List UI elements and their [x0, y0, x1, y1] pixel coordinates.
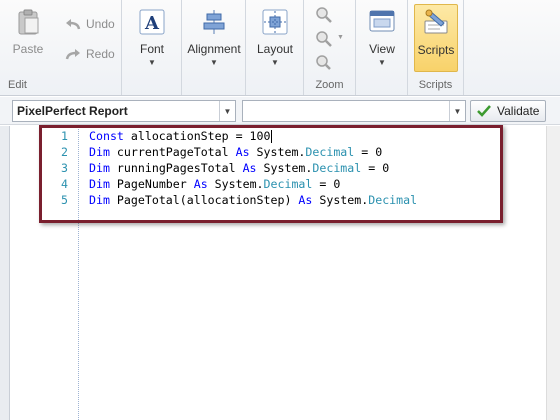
code-token: = 0: [312, 177, 341, 191]
code-token: allocationStep = 100: [123, 129, 271, 143]
paste-button[interactable]: Paste: [2, 4, 54, 68]
code-token: Dim: [89, 145, 110, 159]
layout-label: Layout: [256, 42, 294, 56]
text-caret: [270, 130, 272, 143]
zoom-dropdown-icon[interactable]: ▼: [337, 34, 344, 41]
line-number: 4: [61, 177, 68, 191]
undo-label: Undo: [86, 17, 115, 31]
line-number: 3: [61, 161, 68, 175]
validate-label: Validate: [497, 104, 540, 118]
zoom-group-label: Zoom: [315, 79, 344, 91]
code-token: System.: [207, 177, 264, 191]
code-token: = 0: [354, 145, 383, 159]
code-token: System.: [256, 161, 313, 175]
zoom-out-icon[interactable]: [314, 6, 334, 24]
code-token: Decimal: [263, 177, 313, 191]
code-text: Dim runningPagesTotal As System.Decimal …: [89, 160, 389, 176]
event-combo[interactable]: ▼: [242, 100, 466, 122]
code-token: As: [235, 145, 250, 159]
code-token: System.: [249, 145, 306, 159]
line-number: 2: [61, 145, 68, 159]
code-token: Dim: [89, 193, 110, 207]
code-token: Decimal: [312, 161, 362, 175]
code-token: currentPageTotal: [109, 145, 236, 159]
code-lines[interactable]: 1 Const allocationStep = 100 2 Dim currentP…: [44, 128, 504, 208]
zoom-in-icon[interactable]: [314, 30, 334, 48]
code-line[interactable]: 3 Dim runningPagesTotal As System.Decimal…: [44, 160, 504, 176]
alignment-dropdown-icon: ▼: [210, 58, 218, 67]
code-token: Const: [89, 129, 124, 143]
code-line[interactable]: 1 Const allocationStep = 100: [44, 128, 504, 144]
chevron-down-icon[interactable]: ▼: [219, 101, 235, 121]
code-token: Decimal: [368, 193, 418, 207]
paste-label: Paste: [12, 42, 44, 56]
layout-dropdown-icon: ▼: [271, 58, 279, 67]
code-token: As: [242, 161, 257, 175]
layout-group: Layout ▼: [246, 0, 304, 95]
undo-icon: [66, 19, 81, 30]
redo-icon: [65, 49, 80, 60]
code-text: Const allocationStep = 100: [89, 128, 272, 144]
code-token: PageTotal(allocationStep): [109, 193, 299, 207]
font-icon: A: [139, 9, 165, 35]
code-token: PageNumber: [109, 177, 194, 191]
checkmark-icon: [477, 105, 491, 117]
svg-text:A: A: [144, 13, 160, 34]
font-button[interactable]: A Font ▼: [126, 4, 178, 68]
object-combo-value: PixelPerfect Report: [17, 104, 128, 118]
code-token: As: [193, 177, 208, 191]
layout-icon: [262, 9, 288, 35]
edit-group: Paste Undo Redo Edit: [0, 0, 122, 95]
line-number: 1: [61, 129, 68, 143]
chevron-down-icon[interactable]: ▼: [449, 101, 465, 121]
layout-button[interactable]: Layout ▼: [249, 4, 301, 68]
code-token: System.: [312, 193, 369, 207]
font-label: Font: [139, 42, 164, 56]
code-text: Dim currentPageTotal As System.Decimal =…: [89, 144, 382, 160]
code-token: Decimal: [305, 145, 355, 159]
view-icon: [369, 10, 395, 32]
font-dropdown-icon: ▼: [148, 58, 156, 67]
code-token: Dim: [89, 161, 110, 175]
scripts-button[interactable]: Scripts: [414, 4, 458, 72]
redo-button[interactable]: Redo: [64, 44, 115, 64]
alignment-group: Alignment ▼: [182, 0, 246, 95]
view-dropdown-icon: ▼: [378, 58, 386, 67]
ribbon: Paste Undo Redo Edit A Font ▼ Alignment …: [0, 0, 560, 96]
alignment-label: Alignment: [187, 42, 241, 56]
clipboard-icon: [18, 9, 39, 35]
left-panel-edge: [0, 126, 10, 420]
zoom-group: ▼ Zoom: [304, 0, 356, 95]
redo-label: Redo: [86, 47, 115, 61]
code-text: Dim PageTotal(allocationStep) As System.…: [89, 192, 417, 208]
scripts-icon: [424, 9, 448, 34]
scripts-label: Scripts: [417, 43, 455, 57]
validate-button[interactable]: Validate: [470, 100, 546, 122]
view-label: View: [369, 42, 395, 56]
view-group: View ▼: [356, 0, 408, 95]
zoom-page-icon[interactable]: [314, 54, 334, 70]
scripts-group-label: Scripts: [418, 79, 453, 91]
alignment-button[interactable]: Alignment ▼: [186, 4, 242, 68]
view-button[interactable]: View ▼: [356, 4, 408, 68]
code-line[interactable]: 4 Dim PageNumber As System.Decimal = 0: [44, 176, 504, 192]
code-text: Dim PageNumber As System.Decimal = 0: [89, 176, 340, 192]
font-group: A Font ▼: [122, 0, 182, 95]
scripts-group: Scripts Scripts: [408, 0, 464, 95]
code-line[interactable]: 5 Dim PageTotal(allocationStep) As System…: [44, 192, 504, 208]
code-line[interactable]: 2 Dim currentPageTotal As System.Decimal …: [44, 144, 504, 160]
vertical-scrollbar[interactable]: [546, 126, 560, 420]
alignment-icon: [203, 10, 225, 34]
code-token: Dim: [89, 177, 110, 191]
object-combo[interactable]: PixelPerfect Report ▼: [12, 100, 236, 122]
code-token: As: [298, 193, 313, 207]
script-toolbar: PixelPerfect Report ▼ ▼ Validate: [0, 97, 560, 125]
code-token: runningPagesTotal: [109, 161, 243, 175]
code-token: = 0: [361, 161, 390, 175]
line-number: 5: [61, 193, 68, 207]
undo-button[interactable]: Undo: [64, 14, 115, 34]
edit-group-label: Edit: [8, 79, 27, 91]
